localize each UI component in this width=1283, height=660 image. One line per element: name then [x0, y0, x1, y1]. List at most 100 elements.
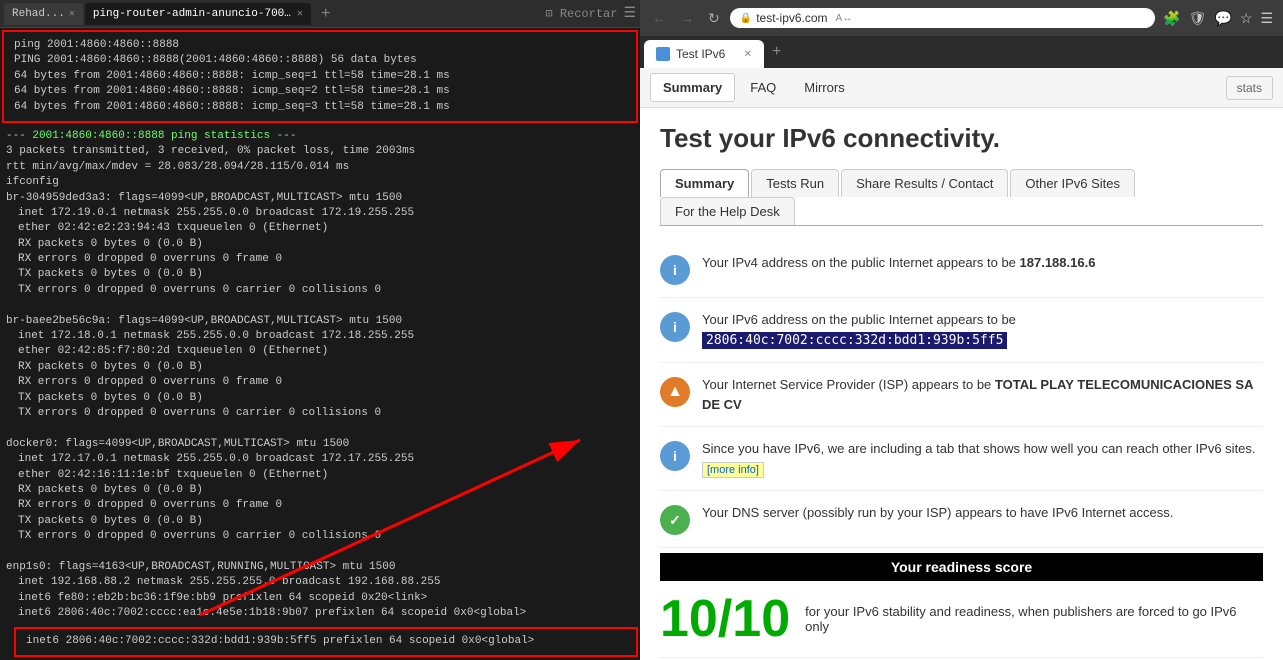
ipv6-inet6-line: inet6 2806:40c:7002:cccc:332d:bdd1:939b:…	[20, 630, 632, 653]
close-icon-active[interactable]: ✕	[297, 8, 303, 20]
chat-icon[interactable]: 💬	[1212, 8, 1233, 29]
terminal-line: TX packets 0 bytes 0 (0.0 B)	[6, 391, 634, 406]
info-text-ipv4: Your IPv4 address on the public Internet…	[702, 253, 1263, 273]
terminal-line: br-304959ded3a3: flags=4099<UP,BROADCAST…	[6, 191, 634, 206]
info-row-tab-notice: i Since you have IPv6, we are including …	[660, 427, 1263, 491]
browser-tab-active[interactable]: Test IPv6 ✕	[644, 40, 764, 68]
terminal-line: RX errors 0 dropped 0 overruns 0 frame 0	[6, 252, 634, 267]
shield-icon[interactable]: 🛡	[1187, 8, 1209, 29]
readiness-header: Your readiness score	[660, 553, 1263, 581]
terminal-line: TX packets 0 bytes 0 (0.0 B)	[6, 514, 634, 529]
info-row-dns: ✓ Your DNS server (possibly run by your …	[660, 491, 1263, 548]
lock-icon: 🔒	[740, 13, 752, 24]
content-tab-bar: Summary Tests Run Share Results / Contac…	[660, 169, 1263, 226]
terminal-line: TX packets 0 bytes 0 (0.0 B)	[6, 267, 634, 282]
info-text-isp: Your Internet Service Provider (ISP) app…	[702, 375, 1263, 414]
terminal-line: 3 packets transmitted, 3 received, 0% pa…	[6, 144, 634, 159]
back-button[interactable]: ←	[648, 8, 670, 28]
terminal-panel: Rehad... ✕ ping-router-admin-anuncio-700…	[0, 0, 640, 660]
tab-title: Test IPv6	[676, 47, 725, 61]
terminal-line: br-baee2be56c9a: flags=4099<UP,BROADCAST…	[6, 314, 634, 329]
page-title: Test your IPv6 connectivity.	[660, 123, 1263, 154]
url-text: test-ipv6.com	[756, 11, 827, 25]
more-info-link[interactable]: [more info]	[702, 462, 764, 478]
tab-other-ipv6[interactable]: Other IPv6 Sites	[1010, 169, 1135, 197]
extensions-icon[interactable]: 🧩	[1161, 8, 1182, 29]
forward-button[interactable]: →	[676, 8, 698, 28]
terminal-line: enp1s0: flags=4163<UP,BROADCAST,RUNNING,…	[6, 560, 634, 575]
terminal-line: ifconfig	[6, 175, 634, 190]
terminal-line: 64 bytes from 2001:4860:4860::8888: icmp…	[14, 84, 626, 99]
nav-mirrors[interactable]: Mirrors	[791, 73, 857, 102]
recortar-button[interactable]: ⊡ Recortar	[545, 6, 617, 21]
info-icon-isp: ▲	[660, 377, 690, 407]
terminal-line: ping 2001:4860:4860::8888	[14, 38, 626, 53]
ipv6-highlight-box: inet6 2806:40c:7002:cccc:332d:bdd1:939b:…	[14, 627, 638, 656]
terminal-tab-rehadar[interactable]: Rehad... ✕	[4, 3, 83, 25]
browser-tab-bar: Test IPv6 ✕ +	[640, 36, 1283, 68]
translate-icon[interactable]: A↔	[836, 13, 853, 24]
terminal-line: ether 02:42:85:f7:80:2d txqueuelen 0 (Et…	[6, 344, 634, 359]
nav-stats[interactable]: stats	[1226, 76, 1273, 100]
info-text-dns: Your DNS server (possibly run by your IS…	[702, 503, 1263, 523]
terminal-line: TX errors 0 dropped 0 overruns 0 carrier…	[6, 529, 634, 544]
refresh-button[interactable]: ↻	[704, 8, 724, 29]
terminal-line: inet6 fe80::eb2b:bc36:1f9e:bb9 prefixlen…	[6, 591, 634, 606]
site-navigation: Summary FAQ Mirrors stats	[640, 68, 1283, 108]
nav-test-ipv6[interactable]: Summary	[650, 73, 735, 102]
terminal-line: inet6 2806:40c:7002:cccc:332d:bdd1:939b:…	[26, 634, 626, 649]
close-icon[interactable]: ✕	[69, 8, 75, 20]
info-row-ipv6: i Your IPv6 address on the public Intern…	[660, 298, 1263, 363]
terminal-line: 64 bytes from 2001:4860:4860::8888: icmp…	[14, 100, 626, 115]
readiness-score: 10/10	[660, 593, 790, 645]
tab-share-results[interactable]: Share Results / Contact	[841, 169, 1008, 197]
bookmark-icon[interactable]: ☆	[1238, 8, 1255, 29]
browser-panel: ← → ↻ 🔒 test-ipv6.com A↔ 🧩 🛡 💬 ☆ ☰ Test …	[640, 0, 1283, 660]
terminal-tab-active-label: ping-router-admin-anuncio-700...	[93, 8, 293, 20]
terminal-line: --- 2001:4860:4860::8888 ping statistics…	[6, 129, 634, 144]
terminal-line: ether 02:42:e2:23:94:43 txqueuelen 0 (Et…	[6, 221, 634, 236]
tab-summary[interactable]: Summary	[660, 169, 749, 197]
terminal-tab-bar: Rehad... ✕ ping-router-admin-anuncio-700…	[0, 0, 640, 28]
readiness-description: for your IPv6 stability and readiness, w…	[805, 604, 1263, 634]
tab-help-desk[interactable]: For the Help Desk	[660, 197, 795, 225]
terminal-line: TX errors 0 dropped 0 overruns 0 carrier…	[6, 283, 634, 298]
tab-tests-run[interactable]: Tests Run	[751, 169, 839, 197]
nav-faq[interactable]: FAQ	[737, 73, 789, 102]
terminal-line: docker0: flags=4099<UP,BROADCAST,MULTICA…	[6, 437, 634, 452]
browser-chrome: ← → ↻ 🔒 test-ipv6.com A↔ 🧩 🛡 💬 ☆ ☰	[640, 0, 1283, 36]
terminal-line: ether 02:42:16:11:1e:bf txqueuelen 0 (Et…	[6, 468, 634, 483]
terminal-stats-section: --- 2001:4860:4860::8888 ping statistics…	[0, 125, 640, 626]
terminal-menu-icon[interactable]: ☰	[623, 5, 636, 22]
url-bar[interactable]: 🔒 test-ipv6.com A↔	[730, 8, 1155, 28]
terminal-line: RX packets 0 bytes 0 (0.0 B)	[6, 237, 634, 252]
tab-close-icon[interactable]: ✕	[744, 49, 752, 60]
terminal-line: RX packets 0 bytes 0 (0.0 B)	[6, 360, 634, 375]
new-tab-button[interactable]: +	[317, 5, 335, 23]
info-icon-ipv6: i	[660, 312, 690, 342]
info-text-ipv6: Your IPv6 address on the public Internet…	[702, 310, 1263, 350]
info-row-ipv4: i Your IPv4 address on the public Intern…	[660, 241, 1263, 298]
terminal-line: inet 172.19.0.1 netmask 255.255.0.0 broa…	[6, 206, 634, 221]
ipv6-address-highlight: 2806:40c:7002:cccc:332d:bdd1:939b:5ff5	[702, 332, 1007, 349]
terminal-line: RX errors 0 dropped 0 overruns 0 frame 0	[6, 498, 634, 513]
info-row-isp: ▲ Your Internet Service Provider (ISP) a…	[660, 363, 1263, 427]
menu-icon[interactable]: ☰	[1258, 8, 1275, 29]
site-main-content: Test your IPv6 connectivity. Summary Tes…	[640, 108, 1283, 660]
readiness-body: 10/10 for your IPv6 stability and readin…	[660, 581, 1263, 658]
info-icon-dns: ✓	[660, 505, 690, 535]
terminal-line: PING 2001:4860:4860::8888(2001:4860:4860…	[14, 53, 626, 68]
terminal-tab-ping[interactable]: ping-router-admin-anuncio-700... ✕	[85, 3, 311, 25]
terminal-line: inet6 2806:40c:7002:cccc:ea1e:4e5e:1b18:…	[6, 606, 634, 621]
info-icon-tab-notice: i	[660, 441, 690, 471]
terminal-line: inet 172.17.0.1 netmask 255.255.0.0 broa…	[6, 452, 634, 467]
terminal-line: inet 172.18.0.1 netmask 255.255.0.0 broa…	[6, 329, 634, 344]
terminal-line: 64 bytes from 2001:4860:4860::8888: icmp…	[14, 69, 626, 84]
browser-action-buttons: 🧩 🛡 💬 ☆ ☰	[1161, 8, 1275, 29]
new-browser-tab-button[interactable]: +	[764, 43, 789, 61]
terminal-line: RX errors 0 dropped 0 overruns 0 frame 0	[6, 375, 634, 390]
terminal-line: RX packets 0 bytes 0 (0.0 B)	[6, 483, 634, 498]
terminal-line: rtt min/avg/max/mdev = 28.083/28.094/28.…	[6, 160, 634, 175]
website-content: Summary FAQ Mirrors stats Test your IPv6…	[640, 68, 1283, 660]
terminal-line: inet 192.168.88.2 netmask 255.255.255.0 …	[6, 575, 634, 590]
